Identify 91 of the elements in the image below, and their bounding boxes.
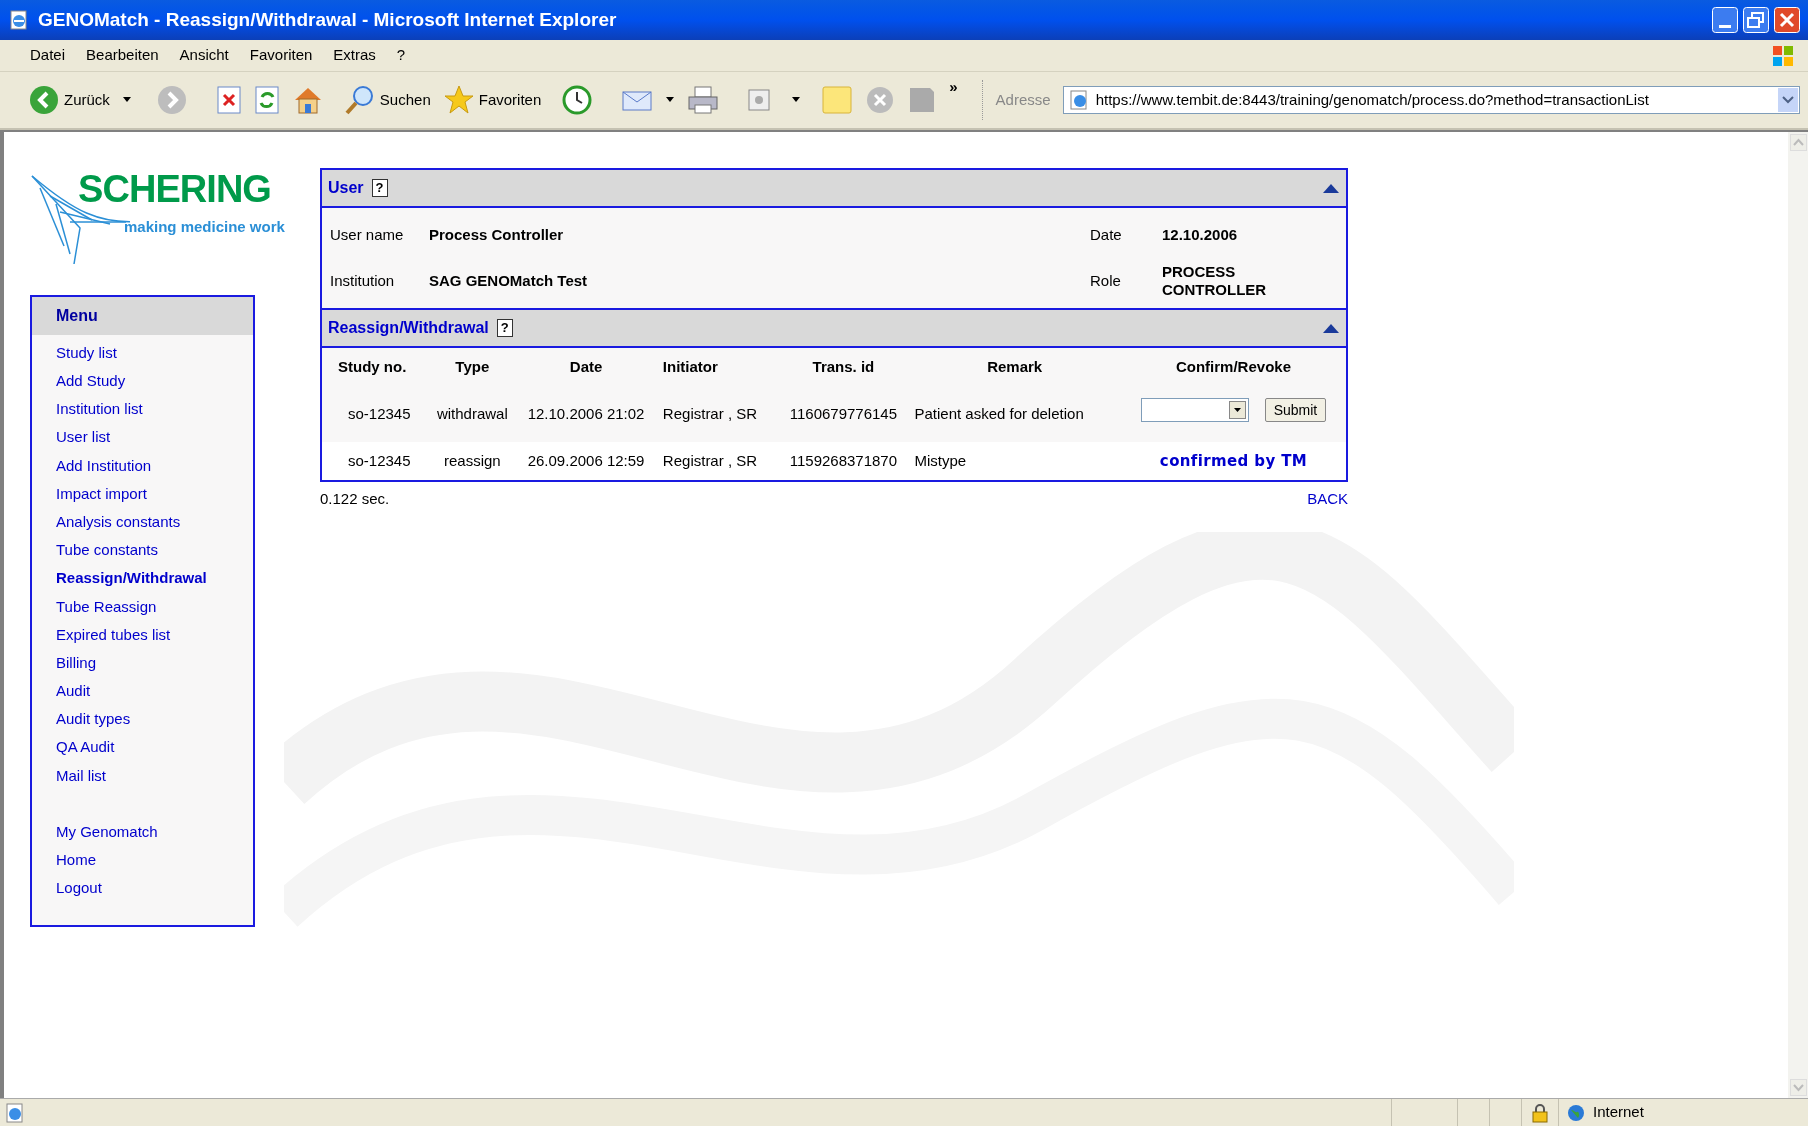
field-value: PROCESS CONTROLLER <box>1162 263 1268 299</box>
menu-item[interactable]: Bearbeiten <box>86 44 159 67</box>
field-label: Date <box>1090 224 1122 245</box>
submit-button[interactable]: Submit <box>1264 398 1327 422</box>
ie-page-icon[interactable] <box>4 1101 26 1124</box>
menu-link[interactable]: Impact import <box>56 479 253 509</box>
menu-link[interactable]: Add Study <box>56 367 253 396</box>
star-icon[interactable] <box>442 84 475 116</box>
table-cell: 1160679776145 <box>778 386 909 442</box>
menu-link[interactable]: Mail list <box>56 761 253 790</box>
column-header: Confirm/Revoke <box>1174 356 1292 377</box>
status-text: confirmed by TM <box>1159 451 1308 470</box>
menu-link[interactable]: Tube constants <box>56 536 253 565</box>
dropdown-caret-icon[interactable] <box>1228 401 1246 419</box>
table-cell: reassign <box>429 442 516 480</box>
field-value: Process Controller <box>429 226 564 244</box>
menu-link[interactable]: Expired tubes list <box>56 620 253 650</box>
stop-icon[interactable] <box>215 85 242 115</box>
back-link[interactable]: BACK <box>1307 488 1348 511</box>
field-label: User name <box>330 224 404 245</box>
menu-link[interactable]: User list <box>56 423 253 452</box>
favorites-button[interactable]: Favoriten <box>442 84 542 116</box>
menu-link[interactable]: Billing <box>56 649 253 678</box>
help-icon[interactable]: ? <box>371 179 388 197</box>
search-icon[interactable] <box>343 84 376 116</box>
menu-link[interactable]: Logout <box>56 874 253 903</box>
address-label: Adresse <box>995 89 1051 110</box>
search-button[interactable]: Suchen <box>343 84 431 116</box>
table-cell: so-12345 <box>322 386 430 442</box>
menu-link[interactable]: Institution list <box>56 395 253 424</box>
column-header: Study no. <box>337 356 408 377</box>
logo-tagline: making medicine work <box>124 217 285 237</box>
table-cell: Registrar , SR <box>656 386 779 442</box>
back-button[interactable]: Zurück <box>28 84 110 116</box>
minimize-icon[interactable] <box>1712 7 1738 33</box>
menu-item[interactable]: Ansicht <box>179 44 229 67</box>
zone-text: Internet <box>1593 1102 1644 1123</box>
table-cell: Mistype <box>908 442 1121 480</box>
close-icon[interactable] <box>1774 7 1800 33</box>
overflow-chevron-icon[interactable]: » <box>949 76 958 99</box>
field-label: Institution <box>330 270 395 291</box>
ie-page-icon[interactable] <box>8 9 30 31</box>
panel-title: Reassign/Withdrawal <box>328 318 489 338</box>
table-cell: 12.10.2006 21:02 <box>515 386 657 442</box>
column-header: Remark <box>986 356 1044 377</box>
menu-link[interactable]: Add Institution <box>56 451 253 480</box>
menu-link[interactable]: Home <box>56 846 253 875</box>
history-clock-icon[interactable] <box>561 84 594 116</box>
column-header: Date <box>568 356 604 377</box>
globe-icon[interactable] <box>1567 1103 1585 1122</box>
table-cell: withdrawal <box>429 386 516 442</box>
help-icon[interactable]: ? <box>496 319 513 337</box>
panel-title: User <box>328 178 364 198</box>
table-cell: Patient asked for deletion <box>908 386 1121 442</box>
address-field[interactable]: https://www.tembit.de:8443/training/genomatch/process.do?method=transactionList <box>1062 86 1800 114</box>
menu-link[interactable]: Tube Reassign <box>56 592 253 621</box>
menu-link[interactable]: Study list <box>56 339 253 368</box>
menu-link[interactable]: Audit types <box>56 705 253 734</box>
field-value: 12.10.2006 <box>1162 226 1238 244</box>
table-cell: 26.09.2006 12:59 <box>515 442 657 480</box>
menu-link[interactable]: My Genomatch <box>56 818 253 847</box>
table-cell: 1159268371870 <box>778 442 909 480</box>
dropdown-caret-icon[interactable] <box>121 96 132 104</box>
field-value: SAG GENOMatch Test <box>429 272 588 290</box>
dropdown-field[interactable] <box>1140 398 1249 422</box>
table-cell: so-12345 <box>322 442 430 480</box>
timing-text: 0.122 sec. <box>320 489 390 509</box>
field-label: Role <box>1090 270 1121 291</box>
collapse-triangle-icon[interactable] <box>1322 182 1340 194</box>
menu-title: Menu <box>56 306 98 326</box>
window-title: GENOMatch - Reassign/Withdrawal - Microsoft Internet Explorer <box>38 7 618 32</box>
logo-wordmark: SCHERING <box>78 168 271 210</box>
collapse-triangle-icon[interactable] <box>1322 322 1340 334</box>
printer-icon[interactable] <box>687 85 720 115</box>
refresh-icon[interactable] <box>253 85 280 115</box>
padlock-icon[interactable] <box>1531 1102 1549 1123</box>
menu-item[interactable]: Datei <box>30 44 66 67</box>
menu-link[interactable]: Audit <box>56 677 253 706</box>
column-header: Trans. id <box>811 356 876 377</box>
menu-item[interactable]: Extras <box>333 44 376 67</box>
menu-link[interactable]: Analysis constants <box>56 508 253 537</box>
column-header: Type <box>454 356 491 377</box>
menu-item[interactable]: Favoriten <box>249 44 313 67</box>
column-header: Initiator <box>661 356 719 377</box>
restore-icon[interactable] <box>1743 7 1769 33</box>
table-cell: Registrar , SR <box>656 442 779 480</box>
dropdown-caret-icon[interactable] <box>791 96 802 104</box>
menu-item[interactable]: ? <box>396 44 406 67</box>
menu-link[interactable]: QA Audit <box>56 733 253 762</box>
menu-link[interactable]: Reassign/Withdrawal <box>56 564 253 593</box>
dropdown-caret-icon[interactable] <box>665 96 676 104</box>
